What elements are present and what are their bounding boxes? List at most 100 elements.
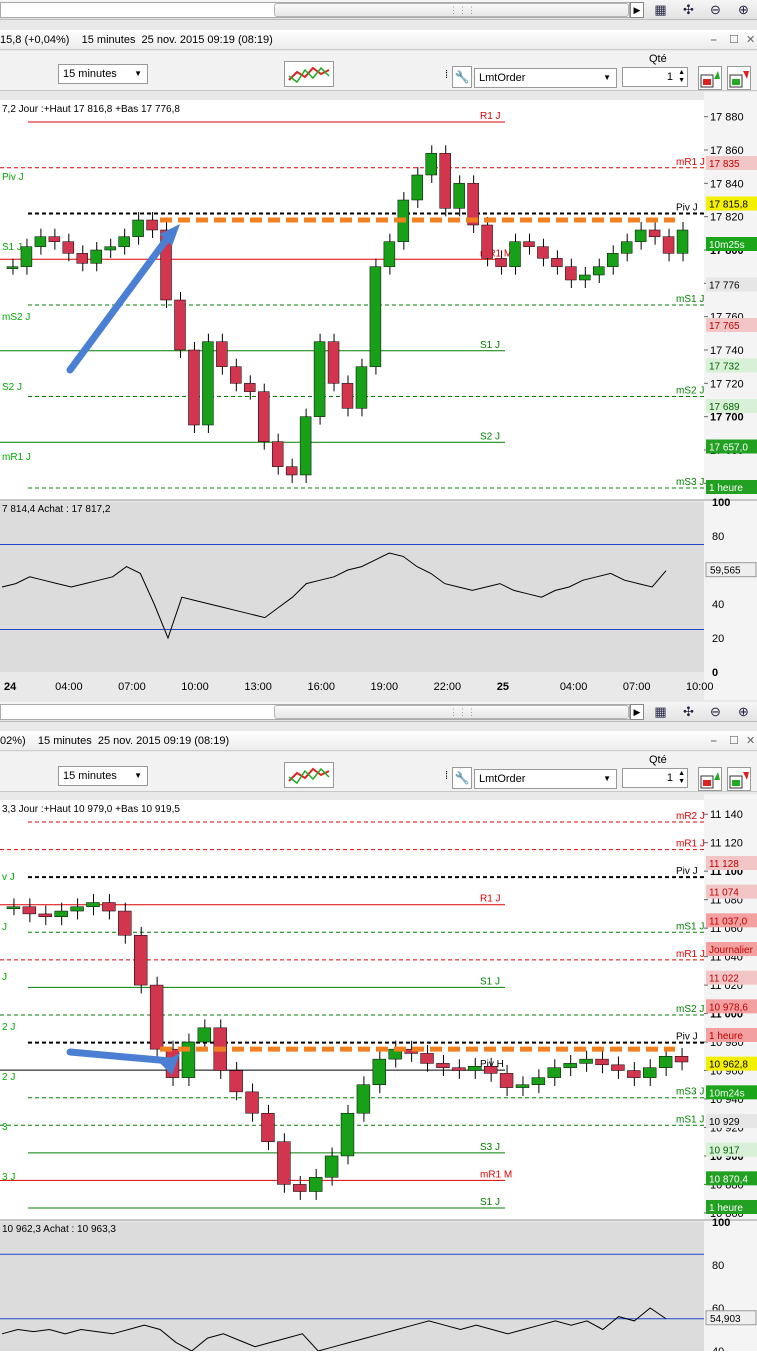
candle-body: [118, 910, 132, 936]
bottom-timeframe-select[interactable]: 15 minutes ▼: [58, 766, 148, 786]
buy-icon[interactable]: [698, 66, 722, 90]
candle-body: [547, 1067, 561, 1078]
top-chart-area[interactable]: 7,2 Jour :+Haut 17 816,8 +Bas 17 776,8 17…: [0, 92, 757, 700]
close-icon[interactable]: ✕: [746, 731, 755, 751]
candle-body: [245, 1091, 259, 1114]
close-icon[interactable]: ✕: [746, 30, 755, 50]
bottom-scroll-right-button[interactable]: ▶: [630, 704, 644, 720]
left-level-label: 3 J: [2, 1172, 15, 1183]
candle-body: [62, 241, 75, 254]
top-chart-svg[interactable]: 7,2 Jour :+Haut 17 816,8 +Bas 17 776,8 17…: [0, 92, 757, 700]
price-tag: 10m24s: [709, 1088, 745, 1099]
chart-style-icon[interactable]: [284, 762, 334, 788]
maximize-icon[interactable]: ☐: [729, 731, 739, 751]
top-timeframe-select[interactable]: 15 minutes ▼: [58, 64, 148, 84]
indicator-tick-label: 0: [712, 667, 718, 679]
top-chart-panel: ⋮⋮⋮ ▶ ▦ ✣ ⊖ ⊕ 15,8 (+0,04%) 15 minutes 2…: [0, 0, 757, 700]
left-level-label: 2 J: [2, 1072, 15, 1083]
bottom-horizontal-scrollbar[interactable]: ⋮⋮⋮: [0, 704, 630, 720]
bottom-qty-input[interactable]: 1 ▲ ▼: [622, 768, 688, 788]
scroll-icon[interactable]: ▦: [651, 703, 670, 721]
x-tick-label: 22:00: [434, 681, 462, 693]
candle-body: [48, 236, 61, 242]
sell-icon[interactable]: [727, 767, 751, 791]
top-qty-value: 1: [666, 71, 673, 83]
x-tick-label: 07:00: [623, 681, 651, 693]
zoom-out-icon[interactable]: ⊖: [706, 703, 725, 721]
bottom-chart-panel: ⋮⋮⋮ ▶ ▦ ✣ ⊖ ⊕ 02%) 15 minutes 25 nov. 20…: [0, 700, 757, 1354]
candle-body: [356, 1084, 371, 1114]
zoom-out-icon[interactable]: ⊖: [706, 1, 725, 19]
price-tag: 17 732: [709, 362, 740, 373]
bottom-chart-area[interactable]: 3,3 Jour :+Haut 10 979,0 +Bas 10 919,5 11…: [0, 794, 757, 1354]
top-order-type-select[interactable]: LmtOrder ▼: [474, 68, 617, 88]
zoom-in-icon[interactable]: ⊕: [734, 1, 753, 19]
candle-body: [202, 341, 214, 426]
bottom-qty-value: 1: [666, 772, 673, 784]
price-tag: 17 815,8: [709, 200, 748, 211]
candle-body: [146, 219, 158, 231]
candle-body: [277, 1141, 291, 1185]
bottom-order-type-value: LmtOrder: [479, 773, 526, 785]
candle-body: [104, 246, 116, 251]
candle-body: [230, 366, 242, 384]
wrench-icon[interactable]: 🔧: [452, 66, 472, 88]
zoom-fit-icon[interactable]: ✣: [679, 1, 698, 19]
x-tick-label: 04:00: [560, 681, 588, 693]
top-horizontal-scrollbar[interactable]: ⋮⋮⋮: [0, 2, 630, 18]
bottom-order-type-select[interactable]: LmtOrder ▼: [474, 769, 617, 789]
price-tag: 10 917: [709, 1146, 740, 1157]
candle-body: [658, 1056, 673, 1068]
candle-body: [293, 1184, 307, 1192]
maximize-icon[interactable]: ☐: [729, 30, 739, 50]
top-scroll-thumb[interactable]: ⋮⋮⋮: [274, 3, 629, 17]
bottom-scroll-toolbar: ⋮⋮⋮ ▶ ▦ ✣ ⊖ ⊕: [0, 702, 757, 722]
price-tag: 1 heure: [709, 1031, 743, 1042]
y-tick-label: 11 120: [710, 838, 743, 850]
scroll-icon[interactable]: ▦: [651, 1, 670, 19]
indicator-line: 7 814,4 Achat : 17 817,2: [2, 504, 111, 515]
indicator-bg: [0, 502, 704, 672]
chart-style-icon[interactable]: [284, 61, 334, 87]
candle-body: [523, 241, 535, 247]
zoom-in-icon[interactable]: ⊕: [734, 703, 753, 721]
level-label: mS2 J: [676, 1004, 704, 1015]
x-tick-label: 24: [4, 681, 17, 693]
candle-body: [197, 1027, 212, 1043]
wrench-icon[interactable]: 🔧: [452, 767, 472, 789]
candle-body: [90, 249, 102, 264]
bottom-scroll-thumb[interactable]: ⋮⋮⋮: [274, 705, 629, 719]
bottom-timeframe-value: 15 minutes: [63, 770, 117, 782]
candle-body: [54, 910, 68, 917]
level-label: R1 J: [480, 894, 501, 905]
top-timeframe-value: 15 minutes: [63, 68, 117, 80]
candle-body: [118, 236, 130, 247]
candle-body: [134, 935, 148, 986]
bottom-chart-svg[interactable]: 3,3 Jour :+Haut 10 979,0 +Bas 10 919,5 11…: [0, 794, 757, 1354]
left-level-label: v J: [2, 872, 15, 883]
top-qty-input[interactable]: 1 ▲ ▼: [622, 67, 688, 87]
sell-icon[interactable]: [727, 66, 751, 90]
y-tick-label: 17 820: [710, 212, 744, 224]
restore-icon[interactable]: ⎯: [711, 731, 717, 751]
candle-body: [648, 229, 661, 237]
candle-body: [341, 383, 354, 409]
level-label: Piv J: [676, 1032, 698, 1043]
candle-body: [6, 266, 19, 269]
candle-body: [174, 299, 186, 351]
candle-body: [299, 416, 312, 476]
price-tag: Journalier: [709, 945, 754, 956]
candle-body: [258, 391, 270, 442]
left-level-label: S2 J: [2, 382, 22, 393]
buy-icon[interactable]: [698, 767, 722, 791]
candle-body: [372, 1058, 387, 1085]
x-tick-label: 07:00: [118, 681, 146, 693]
candle-body: [627, 1070, 641, 1078]
candle-body: [634, 229, 647, 242]
candle-body: [499, 1073, 514, 1088]
zoom-fit-icon[interactable]: ✣: [679, 703, 698, 721]
restore-icon[interactable]: ⎯: [711, 30, 717, 50]
top-scroll-right-button[interactable]: ▶: [630, 2, 644, 18]
price-tag: 10 962,8: [709, 1060, 748, 1071]
candle-body: [324, 1155, 339, 1178]
